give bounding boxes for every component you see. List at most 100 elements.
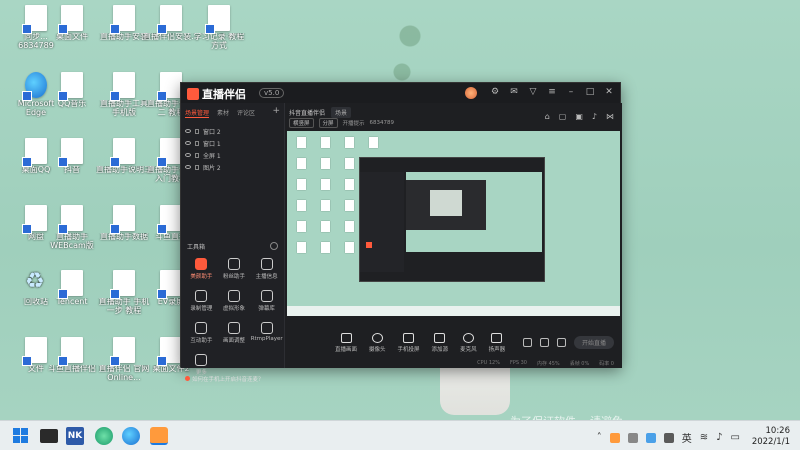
live-companion-window[interactable]: 直播伴侣 v5.0 ⚙ ✉ ▽ ≡ – □ ✕ 场景管理 素材 评论区 + 窗口… xyxy=(180,82,622,383)
toolbox-header: 工具箱 xyxy=(181,240,284,252)
settings-icon[interactable]: ⚙ xyxy=(490,87,500,97)
tray-app-icon[interactable] xyxy=(645,432,656,443)
desktop-icon[interactable]: Tencent xyxy=(44,270,100,307)
menu-icon[interactable]: ≡ xyxy=(547,87,557,97)
scene-button[interactable]: 场景 xyxy=(331,107,352,118)
preview-canvas[interactable] xyxy=(287,131,620,316)
calendar-icon[interactable]: ▣ xyxy=(575,112,583,121)
desktop-icon-label: 学习记录·教程方式 xyxy=(193,33,245,50)
camera-button[interactable]: 摄像头 xyxy=(369,333,386,353)
wallpaper-vine xyxy=(390,0,430,90)
file-icon xyxy=(58,72,83,101)
lock-icon[interactable] xyxy=(195,164,199,170)
version-badge[interactable]: v5.0 xyxy=(259,88,285,98)
desktop-icon[interactable]: 斗鱼直播伴侣 xyxy=(44,337,100,374)
tool-avatar[interactable]: 虚拟形象 xyxy=(218,290,251,312)
maximize-icon[interactable]: □ xyxy=(585,87,595,97)
layer-item[interactable]: 全屏 1 xyxy=(185,149,280,161)
layer-item[interactable]: 窗口 1 xyxy=(185,137,280,149)
taskbar: NK ˄ 英 ≋ ♪ ▭ 10:26 2022/1/1 xyxy=(0,420,800,450)
eye-icon[interactable] xyxy=(185,165,191,169)
mail-icon[interactable]: ✉ xyxy=(509,87,519,97)
record-icon[interactable] xyxy=(522,338,532,347)
split-toggle[interactable]: 分屏 xyxy=(318,118,338,128)
tool-interact[interactable]: 互动助手 xyxy=(185,322,218,344)
help-notice[interactable]: 如何在手机上开启抖音连麦？ xyxy=(185,375,264,383)
tool-rtmpplayer[interactable]: RtmpPlayer xyxy=(250,322,283,344)
user-id: 6834789 xyxy=(369,120,395,126)
live-companion-taskbar-icon[interactable] xyxy=(150,427,168,445)
file-icon xyxy=(110,337,135,366)
tool-more[interactable]: 更多 xyxy=(185,354,218,376)
file-explorer-icon[interactable] xyxy=(40,429,58,443)
tool-adjust[interactable]: 画面调整 xyxy=(218,322,251,344)
add-source-icon[interactable]: + xyxy=(272,107,280,118)
tool-danmaku[interactable]: 弹幕库 xyxy=(250,290,283,312)
tray-app-icon[interactable] xyxy=(609,432,620,443)
layer-item[interactable]: 图片 2 xyxy=(185,161,280,173)
gift-icon[interactable]: ⌂ xyxy=(545,112,550,121)
tool-fans[interactable]: 粉丝助手 xyxy=(218,258,251,280)
wifi-icon[interactable]: ≋ xyxy=(700,432,708,443)
eye-icon[interactable] xyxy=(185,129,191,133)
layer-list: 窗口 2 窗口 1 全屏 1 图片 2 xyxy=(181,123,284,175)
battery-icon[interactable]: ▭ xyxy=(731,432,740,443)
file-icon xyxy=(157,5,182,34)
microphone-button[interactable]: 麦克风 xyxy=(460,333,477,353)
lock-icon[interactable] xyxy=(195,128,199,134)
nk-app-icon[interactable]: NK xyxy=(66,427,84,445)
volume-icon[interactable]: ♪ xyxy=(716,432,722,443)
share-icon[interactable]: ⋈ xyxy=(606,112,614,121)
skin-icon[interactable]: ▽ xyxy=(528,87,538,97)
collapse-toggle-icon[interactable] xyxy=(270,242,278,250)
file-icon xyxy=(205,5,230,34)
settings-icon[interactable] xyxy=(556,338,566,347)
clock[interactable]: 10:26 2022/1/1 xyxy=(752,426,790,448)
desktop-icon-label: 斗鱼直播伴侣 xyxy=(48,365,96,373)
pause-icon[interactable] xyxy=(539,338,549,347)
tab-comments[interactable]: 评论区 xyxy=(237,108,255,118)
minimize-icon[interactable]: – xyxy=(566,87,576,97)
preview-nested-window xyxy=(359,157,545,282)
tray-app-icon[interactable] xyxy=(663,432,674,443)
speaker-button[interactable]: 扬声器 xyxy=(489,333,505,353)
green-app-icon[interactable] xyxy=(95,427,113,445)
file-icon xyxy=(58,5,83,34)
scene-name: 抖音直播伴侣 xyxy=(289,110,326,117)
ime-indicator[interactable]: 英 xyxy=(682,430,692,445)
start-button[interactable] xyxy=(12,427,30,445)
tool-beauty[interactable]: 美颜助手 xyxy=(185,258,218,280)
chevron-up-icon[interactable]: ˄ xyxy=(597,432,602,443)
preview-taskbar xyxy=(287,306,620,316)
desktop-icon[interactable]: QQ音乐 xyxy=(44,72,100,109)
lock-icon[interactable]: ▢ xyxy=(559,112,567,121)
eye-icon[interactable] xyxy=(185,153,191,157)
eye-icon[interactable] xyxy=(185,141,191,145)
orientation-toggle[interactable]: 横竖屏 xyxy=(289,118,314,128)
edge-icon[interactable] xyxy=(122,427,140,445)
layer-item[interactable]: 窗口 2 xyxy=(185,125,280,137)
tool-info[interactable]: 主播信息 xyxy=(250,258,283,280)
bell-icon[interactable]: ♪ xyxy=(592,112,597,121)
add-source-button[interactable]: 添加源 xyxy=(432,333,448,353)
user-avatar[interactable] xyxy=(465,87,477,99)
desktop-icon[interactable]: 学习记录·教程方式 xyxy=(191,5,247,51)
start-live-button[interactable]: 开始直播 xyxy=(573,336,614,349)
tab-materials[interactable]: 素材 xyxy=(217,108,229,118)
phone-cast-button[interactable]: 手机投屏 xyxy=(398,333,420,353)
desktop-icon[interactable]: 桌面文件 xyxy=(44,5,100,42)
desktop-icon[interactable]: 抖音 xyxy=(44,138,100,175)
desktop-icon[interactable]: 直播助手 WEBcam版 xyxy=(44,205,100,251)
tray-app-icon[interactable] xyxy=(627,432,638,443)
lock-icon[interactable] xyxy=(195,152,199,158)
title-bar[interactable]: 直播伴侣 v5.0 ⚙ ✉ ▽ ≡ – □ ✕ xyxy=(181,83,620,103)
lock-icon[interactable] xyxy=(195,140,199,146)
close-icon[interactable]: ✕ xyxy=(604,87,614,97)
screen-capture-button[interactable]: 直播画面 xyxy=(335,333,357,353)
file-icon xyxy=(110,205,135,234)
desktop-icon-label: 抖音 xyxy=(64,166,80,174)
tool-record[interactable]: 录制管理 xyxy=(185,290,218,312)
clock-time: 10:26 xyxy=(765,426,791,436)
tab-scenes[interactable]: 场景管理 xyxy=(185,108,210,118)
desktop-icon-label: QQ音乐 xyxy=(57,100,87,108)
